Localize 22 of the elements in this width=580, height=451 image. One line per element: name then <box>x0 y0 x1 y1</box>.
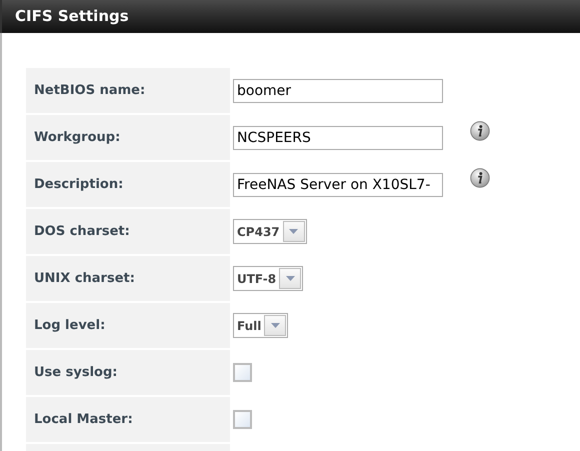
text-field[interactable]: boomer <box>233 78 443 102</box>
text-field[interactable]: FreeNAS Server on X10SL7- <box>233 172 443 196</box>
field-label: Log level: <box>26 303 230 348</box>
dropdown[interactable]: UTF-8 <box>233 266 304 291</box>
field-label: Local Master: <box>26 397 230 442</box>
field-label: Workgroup: <box>26 115 230 160</box>
window-title: CIFS Settings <box>15 6 129 28</box>
field-label: DOS charset: <box>26 209 230 254</box>
caret-icon <box>289 229 298 234</box>
dropdown[interactable]: Full <box>233 313 288 338</box>
checkbox[interactable] <box>233 363 252 382</box>
field-label: Use syslog: <box>26 350 230 395</box>
field-label: NetBIOS name: <box>26 68 230 113</box>
field-label: UNIX charset: <box>26 256 230 301</box>
text-field[interactable]: NCSPEERS <box>233 126 443 150</box>
field-label: Description: <box>26 162 230 207</box>
caret-icon <box>286 276 295 281</box>
checkbox[interactable] <box>233 410 252 429</box>
caret-icon <box>270 323 280 328</box>
info-icon[interactable] <box>470 121 490 141</box>
dropdown[interactable]: CP437 <box>233 219 307 244</box>
info-icon[interactable] <box>470 168 490 188</box>
